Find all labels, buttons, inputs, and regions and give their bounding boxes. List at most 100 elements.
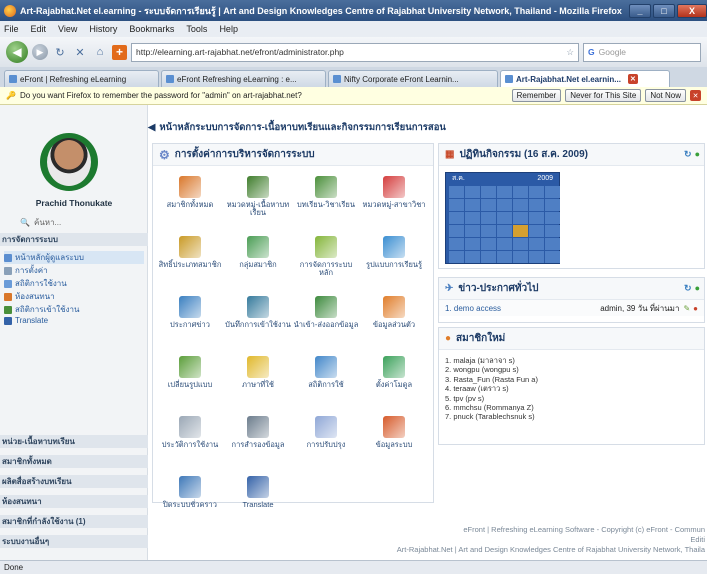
admin-grid-item[interactable]: สมาชิกทั้งหมด bbox=[157, 174, 223, 234]
calendar-day-cell[interactable] bbox=[481, 199, 496, 211]
admin-grid-item[interactable]: การปรับปรุง bbox=[293, 414, 359, 474]
admin-grid-item[interactable]: ประกาศข่าว bbox=[157, 294, 223, 354]
remember-button[interactable]: Remember bbox=[511, 89, 562, 102]
admin-grid-item[interactable]: การจัดการระบบหลัก bbox=[293, 234, 359, 294]
menu-bookmarks[interactable]: Bookmarks bbox=[129, 24, 174, 34]
admin-grid-item[interactable]: บทเรียน-วิชาเรียน bbox=[293, 174, 359, 234]
refresh-icon[interactable]: ↻ bbox=[684, 149, 692, 160]
calendar-day-cell[interactable] bbox=[545, 212, 560, 224]
home-icon[interactable]: ⌂ bbox=[92, 44, 108, 60]
calendar-day-cell[interactable] bbox=[481, 186, 496, 198]
sidebar-item-statistics[interactable]: สถิติการใช้งาน bbox=[4, 277, 67, 290]
admin-grid-item[interactable]: นำเข้า-ส่งออกข้อมูล bbox=[293, 294, 359, 354]
list-item[interactable]: 3. Rasta_Fun (Rasta Fun a) bbox=[445, 375, 538, 384]
menu-edit[interactable]: Edit bbox=[31, 24, 47, 34]
sidebar-item-chat[interactable]: ห้องสนทนา bbox=[4, 290, 55, 303]
calendar-day-cell[interactable] bbox=[449, 186, 464, 198]
tab-art-rajabhat[interactable]: Art-Rajabhat.Net el.earnin... ✕ bbox=[500, 70, 670, 87]
add-event-icon[interactable]: ● bbox=[695, 149, 700, 160]
calendar-day-cell[interactable] bbox=[497, 251, 512, 263]
calendar-day-cell[interactable] bbox=[481, 225, 496, 237]
calendar-day-cell[interactable] bbox=[529, 212, 544, 224]
admin-grid-item[interactable]: รูปแบบการเรียนรู้ bbox=[361, 234, 427, 294]
sidebar-section-online[interactable]: สมาชิกที่กำลังใช้งาน (1) bbox=[0, 515, 148, 528]
list-item[interactable]: 2. wongpu (wongpu s) bbox=[445, 365, 538, 374]
back-button[interactable]: ◀ bbox=[6, 41, 28, 63]
minimize-button[interactable]: _ bbox=[629, 3, 651, 18]
admin-grid-item[interactable]: กลุ่มสมาชิก bbox=[225, 234, 291, 294]
list-item[interactable]: 1. malaja (มาลาจา s) bbox=[445, 356, 538, 365]
never-for-site-button[interactable]: Never for This Site bbox=[565, 89, 642, 102]
menu-tools[interactable]: Tools bbox=[186, 24, 207, 34]
calendar-day-cell[interactable] bbox=[497, 186, 512, 198]
calendar-day-cell[interactable] bbox=[465, 238, 480, 250]
sidebar-section-chat[interactable]: ห้องสนทนา bbox=[0, 495, 148, 508]
calendar-day-cell[interactable] bbox=[449, 199, 464, 211]
menu-help[interactable]: Help bbox=[219, 24, 238, 34]
sidebar-section-admin[interactable]: การจัดการระบบ bbox=[0, 233, 148, 246]
admin-grid-item[interactable]: ภาษาที่ใช้ bbox=[225, 354, 291, 414]
calendar-day-cell[interactable] bbox=[513, 251, 528, 263]
list-item[interactable]: 4. teraaw (เตราว s) bbox=[445, 384, 538, 393]
sidebar-item-translate[interactable]: Translate bbox=[4, 316, 48, 325]
calendar-day-cell[interactable] bbox=[545, 238, 560, 250]
close-notification-icon[interactable]: ✕ bbox=[690, 90, 701, 101]
calendar-day-cell[interactable] bbox=[497, 199, 512, 211]
calendar-day-cell[interactable] bbox=[513, 199, 528, 211]
calendar-day-cell[interactable] bbox=[481, 212, 496, 224]
calendar-day-cell[interactable] bbox=[465, 212, 480, 224]
not-now-button[interactable]: Not Now bbox=[645, 89, 686, 102]
admin-grid-item[interactable]: สิทธิ์ประเภทสมาชิก bbox=[157, 234, 223, 294]
close-tab-icon[interactable]: ✕ bbox=[627, 74, 638, 84]
calendar-day-cell[interactable] bbox=[513, 225, 528, 237]
search-input[interactable]: G Google bbox=[583, 42, 701, 62]
calendar-day-cell[interactable] bbox=[449, 251, 464, 263]
calendar-day-cell[interactable] bbox=[449, 238, 464, 250]
calendar-day-cell[interactable] bbox=[545, 186, 560, 198]
forward-button[interactable]: ▶ bbox=[32, 44, 48, 60]
calendar-day-cell[interactable] bbox=[497, 238, 512, 250]
delete-icon[interactable]: ● bbox=[693, 304, 698, 313]
sidebar-item-access-stats[interactable]: สถิติการเข้าใช้งาน bbox=[4, 303, 79, 316]
admin-grid-item[interactable]: สถิติการใช้ bbox=[293, 354, 359, 414]
calendar-day-cell[interactable] bbox=[529, 238, 544, 250]
menu-view[interactable]: View bbox=[58, 24, 77, 34]
sidebar-section-other[interactable]: ระบบงานอื่นๆ bbox=[0, 535, 148, 548]
calendar-day-cell[interactable] bbox=[513, 212, 528, 224]
calendar-month[interactable]: ส.ค. bbox=[452, 173, 465, 184]
calendar-day-cell[interactable] bbox=[545, 225, 560, 237]
admin-grid-item[interactable]: ตั้งค่าโมดูล bbox=[361, 354, 427, 414]
news-item-title[interactable]: 1. demo access bbox=[445, 304, 501, 313]
calendar-year[interactable]: 2009 bbox=[537, 175, 553, 182]
url-bar[interactable]: http://elearning.art-rajabhat.net/efront… bbox=[131, 42, 579, 62]
calendar-day-cell[interactable] bbox=[497, 212, 512, 224]
refresh-icon[interactable]: ↻ bbox=[684, 283, 692, 294]
menu-file[interactable]: File bbox=[4, 24, 19, 34]
add-icon[interactable]: + bbox=[112, 44, 127, 60]
sidebar-section-authoring[interactable]: ผลิตสื่อสร้างบทเรียน bbox=[0, 475, 148, 488]
calendar-day-cell[interactable] bbox=[545, 251, 560, 263]
add-news-icon[interactable]: ● bbox=[695, 283, 700, 294]
news-item[interactable]: 1. demo access admin, 39 วัน ที่ผ่านมา ✎… bbox=[439, 300, 704, 316]
sidebar-section-lessons[interactable]: หน่วย-เนื้อหาบทเรียน bbox=[0, 435, 148, 448]
calendar-day-cell[interactable] bbox=[465, 186, 480, 198]
calendar-day-cell[interactable] bbox=[449, 225, 464, 237]
admin-grid-item[interactable]: ประวัติการใช้งาน bbox=[157, 414, 223, 474]
admin-grid-item[interactable]: การสำรองข้อมูล bbox=[225, 414, 291, 474]
sidebar-search[interactable]: 🔍 ค้นหา... bbox=[20, 216, 120, 229]
calendar-day-cell[interactable] bbox=[497, 225, 512, 237]
menu-history[interactable]: History bbox=[89, 24, 117, 34]
edit-icon[interactable]: ✎ bbox=[683, 304, 690, 313]
admin-grid-item[interactable]: ข้อมูลส่วนตัว bbox=[361, 294, 427, 354]
breadcrumb-title[interactable]: หน้าหลักระบบการจัดการ-เนื้อหาบทเรียนและก… bbox=[159, 120, 446, 135]
calendar-day-cell[interactable] bbox=[481, 251, 496, 263]
sidebar-item-settings[interactable]: การตั้งค่า bbox=[4, 264, 48, 277]
calendar-day-cell[interactable] bbox=[465, 251, 480, 263]
close-button[interactable]: X bbox=[677, 3, 707, 18]
admin-grid-item[interactable]: บันทึกการเข้าใช้งาน bbox=[225, 294, 291, 354]
sidebar-section-members[interactable]: สมาชิกทั้งหมด bbox=[0, 455, 148, 468]
calendar-day-cell[interactable] bbox=[545, 199, 560, 211]
tab-efront-2[interactable]: eFront Refreshing eLearning : e... bbox=[161, 70, 326, 87]
list-item[interactable]: 5. tpv (pv s) bbox=[445, 394, 538, 403]
calendar-day-cell[interactable] bbox=[529, 225, 544, 237]
